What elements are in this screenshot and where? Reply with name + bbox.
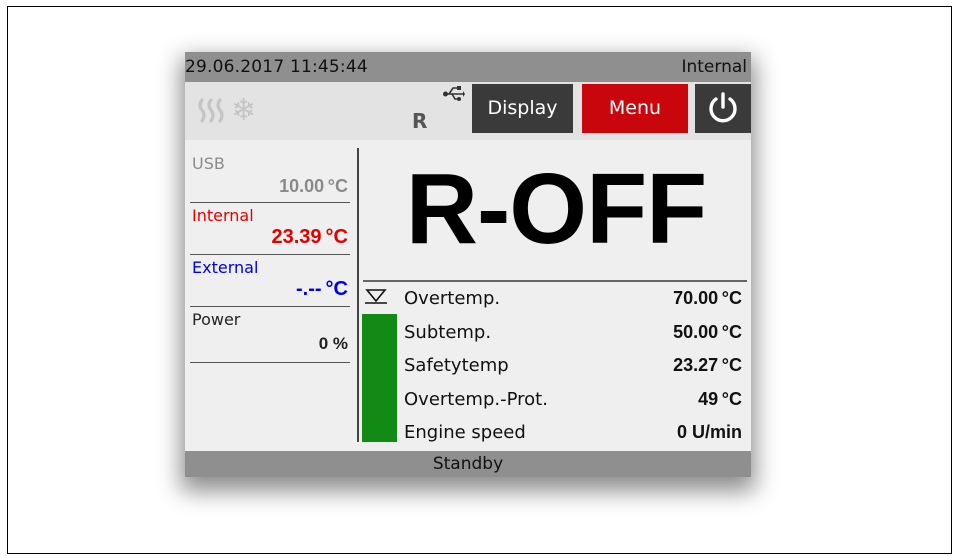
sensor-value: 10.00 °C — [279, 176, 348, 196]
sensor-name: Power — [192, 310, 241, 329]
param-value: 50.00 °C — [673, 322, 742, 342]
usb-icon — [443, 85, 465, 108]
sensor-name: Internal — [192, 206, 254, 225]
param-value: 49 °C — [698, 389, 742, 409]
param-row[interactable]: Safetytemp 23.27 °C — [404, 355, 742, 381]
param-row[interactable]: Overtemp. 70.00 °C — [404, 288, 742, 314]
sensor-value: 23.39 °C — [271, 226, 349, 248]
param-row[interactable]: Engine speed 0 U/min — [404, 422, 742, 448]
menu-button[interactable]: Menu — [582, 84, 688, 133]
sensor-name: USB — [192, 154, 225, 173]
param-value: 23.27 °C — [673, 355, 742, 375]
top-status-bar: 29.06.2017 11:45:44 Internal — [185, 52, 751, 82]
status-bar: Standby — [185, 451, 751, 477]
sensor-external[interactable]: External -.-- °C — [190, 256, 350, 307]
param-value: 70.00 °C — [673, 288, 742, 308]
fill-level-bar — [362, 314, 397, 442]
level-marker-icon — [365, 288, 387, 309]
control-source: Internal — [681, 57, 747, 77]
sensor-panel: USB 10.00 °C Internal 23.39 °C External … — [185, 148, 355, 448]
sensor-name: External — [192, 258, 259, 277]
vertical-divider — [357, 148, 359, 442]
horizontal-divider — [363, 280, 747, 282]
param-label: Subtemp. — [404, 322, 492, 343]
sensor-usb[interactable]: USB 10.00 °C — [190, 152, 350, 203]
param-row[interactable]: Overtemp.-Prot. 49 °C — [404, 389, 742, 415]
operating-state: R-OFF — [405, 153, 707, 265]
power-button[interactable] — [695, 84, 751, 133]
mode-letter: R — [412, 109, 428, 133]
param-value: 0 U/min — [676, 422, 742, 442]
power-icon — [705, 92, 741, 131]
param-row[interactable]: Subtemp. 50.00 °C — [404, 322, 742, 348]
datetime: 29.06.2017 11:45:44 — [185, 57, 368, 77]
param-label: Safetytemp — [404, 355, 509, 376]
sensor-internal[interactable]: Internal 23.39 °C — [190, 204, 350, 255]
sensor-value: -.-- °C — [296, 278, 348, 300]
display-button[interactable]: Display — [472, 84, 573, 133]
cooling-icon: ❄ — [231, 93, 257, 128]
toolbar: ❄ R Display Menu — [185, 82, 751, 140]
heating-icon — [197, 98, 229, 129]
sensor-value: 0 % — [318, 334, 348, 353]
sensor-power[interactable]: Power 0 % — [190, 308, 350, 363]
param-label: Overtemp. — [404, 288, 501, 309]
controller-screen: 29.06.2017 11:45:44 Internal ❄ R Display… — [185, 52, 751, 477]
param-label: Engine speed — [404, 422, 526, 443]
param-label: Overtemp.-Prot. — [404, 389, 548, 410]
